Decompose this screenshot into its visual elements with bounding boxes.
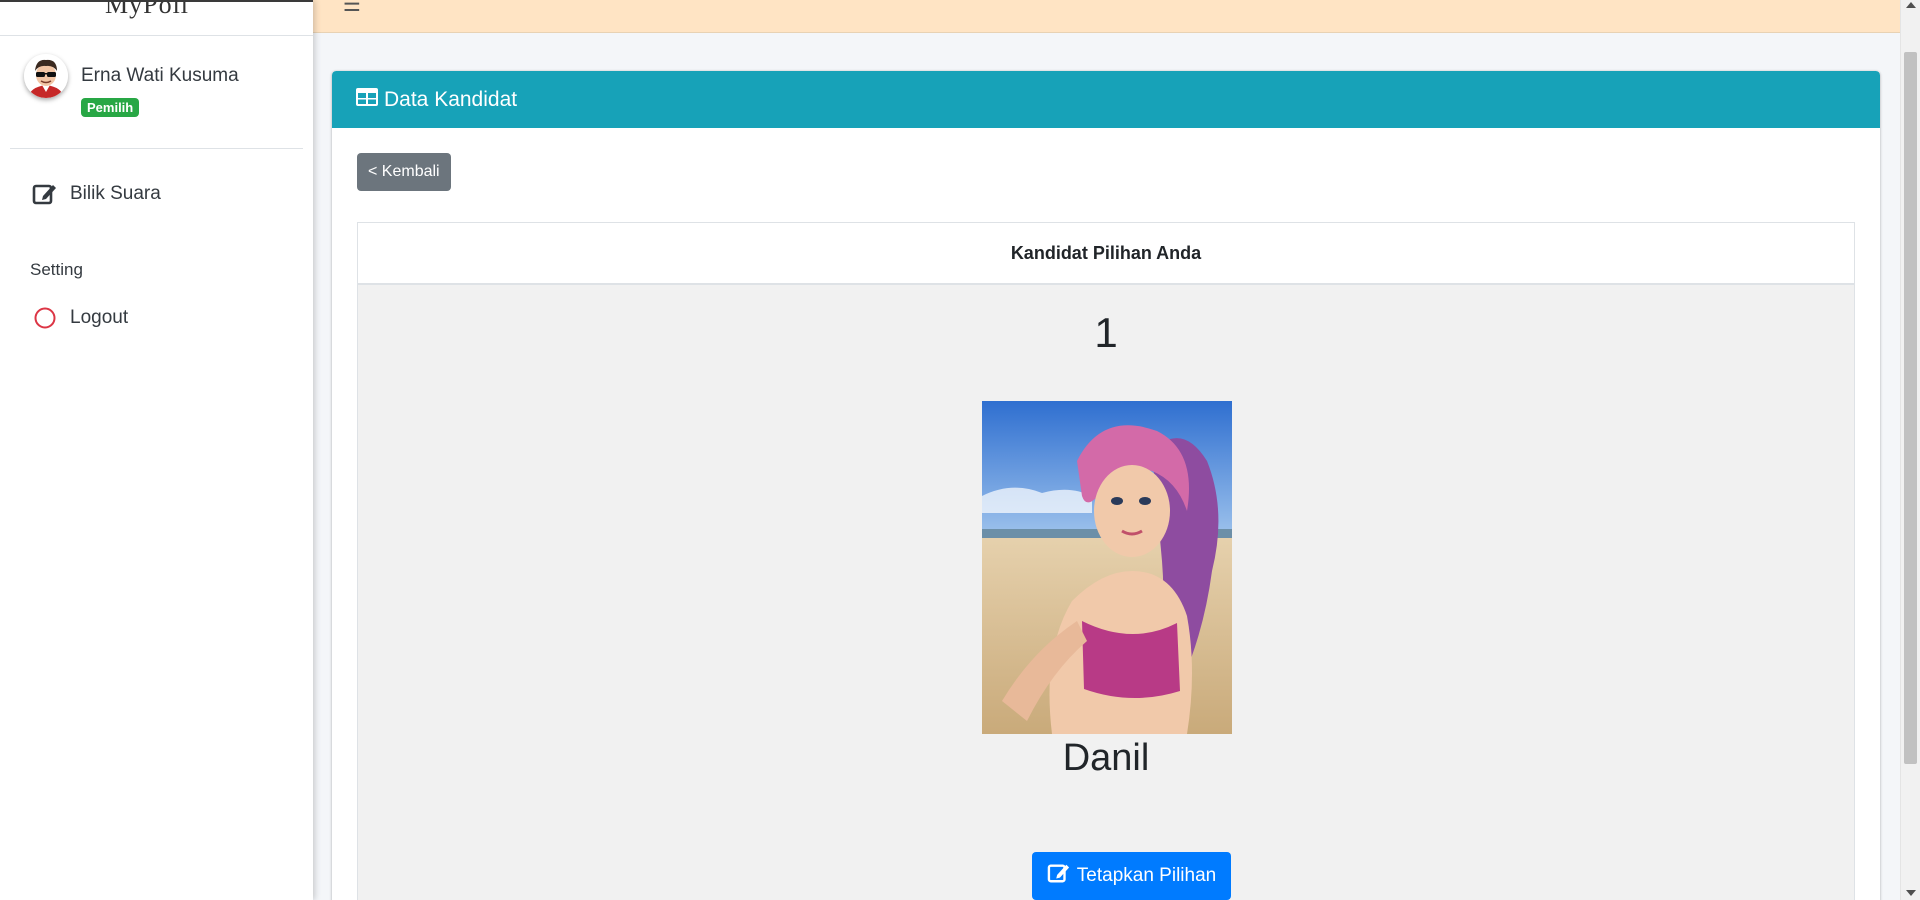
candidate-number: 1 <box>1094 309 1118 356</box>
confirm-button-label: Tetapkan Pilihan <box>1076 865 1217 886</box>
scroll-up-arrow-icon[interactable] <box>1906 2 1916 8</box>
sidebar-item-label: Logout <box>70 307 129 328</box>
sidebar-item-label: Bilik Suara <box>70 183 161 204</box>
selected-candidate-panel: Kandidat Pilihan Anda 1 Danil Tetapkan P… <box>357 222 1855 900</box>
brand-name: MyPoll <box>105 0 190 19</box>
brand-logo[interactable]: MyPoll <box>0 0 313 36</box>
sidebar-item-bilik-suara[interactable]: Bilik Suara <box>30 178 161 210</box>
edit-icon <box>1047 862 1071 890</box>
table-icon <box>356 88 378 111</box>
panel-header: Kandidat Pilihan Anda <box>358 223 1854 285</box>
sidebar-item-logout[interactable]: Logout <box>30 302 128 334</box>
candidate-photo <box>982 401 1232 734</box>
confirm-choice-button[interactable]: Tetapkan Pilihan <box>1032 852 1231 900</box>
top-navbar: ☰ <box>313 0 1900 33</box>
menu-toggle-icon[interactable]: ☰ <box>343 0 361 17</box>
scrollbar-thumb[interactable] <box>1904 52 1917 764</box>
edit-icon <box>30 179 60 209</box>
page-scrollbar[interactable] <box>1900 0 1920 900</box>
card-header: Data Kandidat <box>332 71 1880 128</box>
sidebar-section-header: Setting <box>30 260 83 279</box>
card-title: Data Kandidat <box>384 87 518 111</box>
candidate-card: Data Kandidat < Kembali Kandidat Pilihan… <box>332 71 1880 900</box>
user-panel: Erna Wati Kusuma Pemilih <box>24 54 294 124</box>
candidate-name: Danil <box>1062 737 1150 779</box>
role-badge: Pemilih <box>81 98 140 117</box>
scroll-down-arrow-icon[interactable] <box>1906 890 1916 896</box>
sidebar: MyPoll Erna Wati Kusuma Pemilih Bilik Su… <box>0 0 313 900</box>
sidebar-divider <box>10 148 303 149</box>
panel-title: Kandidat Pilihan Anda <box>1010 242 1202 263</box>
avatar <box>24 54 68 98</box>
back-button[interactable]: < Kembali <box>357 153 451 191</box>
user-name: Erna Wati Kusuma <box>81 65 239 86</box>
circle-icon <box>30 303 60 333</box>
